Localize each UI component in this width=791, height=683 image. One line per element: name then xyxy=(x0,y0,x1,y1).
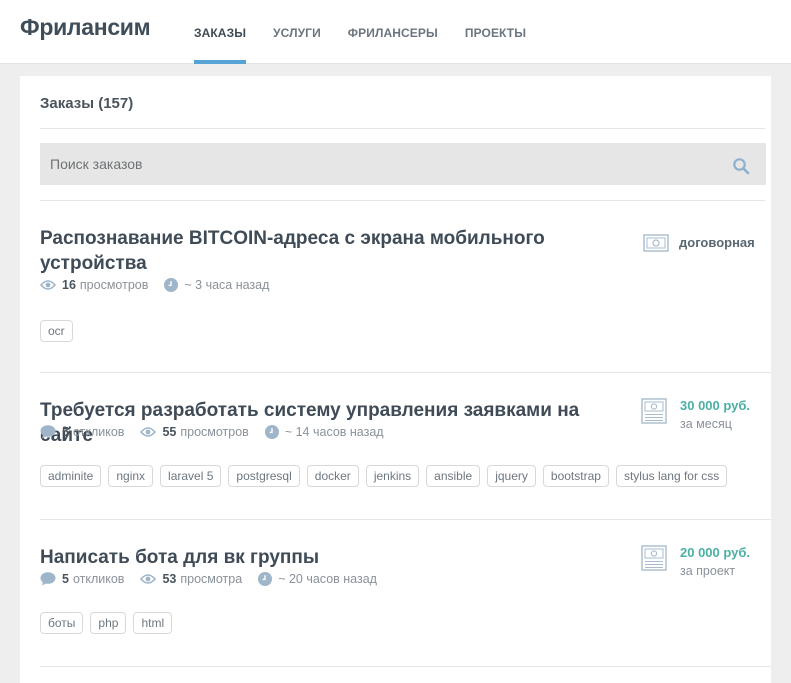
price-period: за месяц xyxy=(680,417,732,431)
tag[interactable]: ocr xyxy=(40,320,73,342)
money-icon xyxy=(641,398,667,424)
responses-count: 5 откликов xyxy=(40,572,124,586)
nav-orders[interactable]: ЗАКАЗЫ xyxy=(194,0,247,64)
price-period: за проект xyxy=(680,564,736,578)
tag[interactable]: adminite xyxy=(40,465,102,487)
order-price: 30 000 руб. xyxy=(680,398,751,413)
tag[interactable]: php xyxy=(90,612,127,634)
order-meta: 5 откликов 53 просмотра ~ 20 часов назад xyxy=(40,572,393,586)
tag[interactable]: ansible xyxy=(426,465,481,487)
tag[interactable]: nginx xyxy=(108,465,154,487)
tag[interactable]: html xyxy=(133,612,173,634)
order-price: 20 000 руб. xyxy=(680,545,751,560)
tag[interactable]: bootstrap xyxy=(542,465,609,487)
divider xyxy=(40,666,771,667)
order-price: договорная xyxy=(679,235,755,250)
divider xyxy=(40,128,765,129)
comment-icon xyxy=(40,425,56,439)
page-title: Заказы (157) xyxy=(40,95,134,112)
divider xyxy=(40,519,771,520)
site-logo[interactable]: Фрилансим xyxy=(20,14,151,41)
tag[interactable]: laravel 5 xyxy=(160,465,222,487)
posted-time: ~ 20 часов назад xyxy=(258,572,377,586)
nav-freelancers[interactable]: ФРИЛАНСЕРЫ xyxy=(348,0,438,64)
nav-services[interactable]: УСЛУГИ xyxy=(273,0,321,64)
order-title[interactable]: Распознавание BITCOIN-адреса с экрана мо… xyxy=(40,226,630,276)
top-bar: Фрилансим ЗАКАЗЫ УСЛУГИ ФРИЛАНСЕРЫ ПРОЕК… xyxy=(0,0,791,64)
main-nav: ЗАКАЗЫ УСЛУГИ ФРИЛАНСЕРЫ ПРОЕКТЫ xyxy=(194,0,553,64)
money-icon xyxy=(641,545,667,571)
nav-projects[interactable]: ПРОЕКТЫ xyxy=(465,0,526,64)
eye-icon xyxy=(40,280,56,290)
views-count: 53 просмотра xyxy=(140,572,242,586)
clock-icon xyxy=(258,572,273,586)
clock-icon xyxy=(264,425,279,439)
responses-count: 5 откликов xyxy=(40,425,124,439)
order-title[interactable]: Написать бота для вк группы xyxy=(40,545,630,570)
search-icon[interactable] xyxy=(732,157,750,175)
posted-time: ~ 14 часов назад xyxy=(264,425,384,439)
posted-time: ~ 3 часа назад xyxy=(164,278,269,292)
clock-icon xyxy=(164,278,179,292)
tag[interactable]: боты xyxy=(40,612,84,634)
tag[interactable]: docker xyxy=(306,465,359,487)
tag-list: ocr xyxy=(40,320,80,342)
tag[interactable]: jquery xyxy=(487,465,536,487)
order-title[interactable]: Требуется разработать систему управления… xyxy=(40,398,630,448)
order-meta: 16 просмотров ~ 3 часа назад xyxy=(40,278,285,292)
tag[interactable]: postgresql xyxy=(228,465,300,487)
tag-list: adminite nginx laravel 5 postgresql dock… xyxy=(40,465,734,487)
search-input[interactable] xyxy=(40,143,766,185)
views-count: 16 просмотров xyxy=(40,278,148,292)
divider xyxy=(40,200,765,201)
order-meta: 5 откликов 55 просмотров ~ 14 часов наза… xyxy=(40,425,400,439)
comment-icon xyxy=(40,572,56,586)
tag[interactable]: stylus lang for css xyxy=(615,465,728,487)
views-count: 55 просмотров xyxy=(140,425,249,439)
money-icon xyxy=(643,234,669,252)
eye-icon xyxy=(140,574,157,584)
eye-icon xyxy=(140,427,157,437)
orders-panel: Заказы (157) Распознавание BITCOIN-адрес… xyxy=(20,76,771,683)
divider xyxy=(40,372,771,373)
tag[interactable]: jenkins xyxy=(365,465,420,487)
tag-list: боты php html xyxy=(40,612,179,634)
